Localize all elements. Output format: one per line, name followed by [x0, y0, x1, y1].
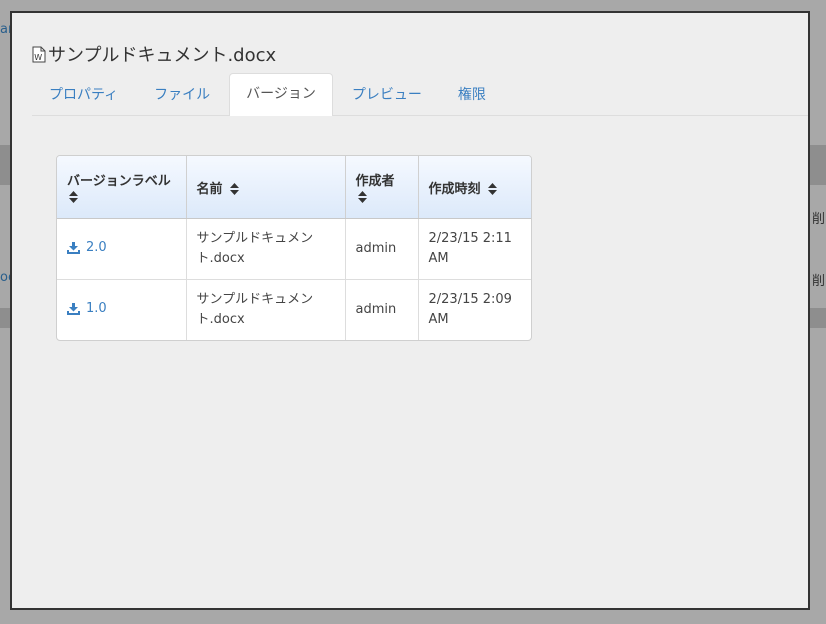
tab-preview[interactable]: プレビュー [335, 74, 439, 115]
column-header-created[interactable]: 作成時刻 [418, 156, 531, 219]
sort-icon[interactable] [488, 183, 498, 195]
column-header-author[interactable]: 作成者 [345, 156, 419, 219]
version-cell: 2.0 [57, 218, 187, 280]
versions-table: バージョンラベル 名前 作成者 作成時刻 2.0 サンプルドキュメント.docx… [56, 155, 532, 341]
tab-permissions[interactable]: 権限 [441, 74, 503, 115]
created-cell: 2/23/15 2:09 AM [428, 292, 512, 327]
name-cell: サンプルドキュメント.docx [186, 279, 346, 340]
tab-file[interactable]: ファイル [137, 74, 227, 115]
modal-title-text: サンプルドキュメント.docx [48, 45, 277, 66]
modal-title: W サンプルドキュメント.docx [32, 41, 276, 67]
table-row: 1.0 サンプルドキュメント.docx admin 2/23/15 2:09 A… [57, 279, 531, 340]
tab-properties[interactable]: プロパティ [32, 74, 135, 115]
author-cell: admin [345, 218, 419, 280]
version-label: 2.0 [86, 239, 107, 255]
sort-icon[interactable] [69, 190, 78, 203]
document-modal: W サンプルドキュメント.docx プロパティ ファイル バージョン プレビュー… [10, 11, 810, 610]
version-download-link[interactable]: 2.0 [67, 238, 107, 258]
name-cell: サンプルドキュメント.docx [186, 218, 346, 280]
sort-icon[interactable] [357, 190, 367, 203]
version-cell: 1.0 [57, 279, 187, 340]
word-document-icon: W [32, 46, 46, 63]
background-delete-text: 削 [812, 274, 826, 289]
author-cell: admin [345, 279, 419, 340]
column-header-label: 作成者 [355, 174, 395, 189]
version-download-link[interactable]: 1.0 [67, 299, 107, 319]
download-icon [67, 302, 80, 315]
column-header-name[interactable]: 名前 [186, 156, 346, 219]
column-header-label: 名前 [196, 181, 223, 197]
tab-versions[interactable]: バージョン [229, 73, 333, 116]
table-row: 2.0 サンプルドキュメント.docx admin 2/23/15 2:11 A… [57, 218, 531, 280]
created-cell: 2/23/15 2:11 AM [418, 218, 531, 280]
tab-bar: プロパティ ファイル バージョン プレビュー 権限 [32, 73, 808, 116]
background-delete-text: 削 [812, 212, 826, 227]
table-header-row: バージョンラベル 名前 作成者 作成時刻 [57, 156, 531, 219]
column-header-label: バージョンラベル [67, 174, 171, 189]
svg-text:W: W [34, 53, 42, 62]
download-icon [67, 241, 80, 254]
version-label: 1.0 [86, 300, 107, 316]
column-header-label: 作成時刻 [428, 181, 481, 197]
sort-icon[interactable] [230, 183, 240, 195]
column-header-version-label[interactable]: バージョンラベル [57, 156, 187, 219]
